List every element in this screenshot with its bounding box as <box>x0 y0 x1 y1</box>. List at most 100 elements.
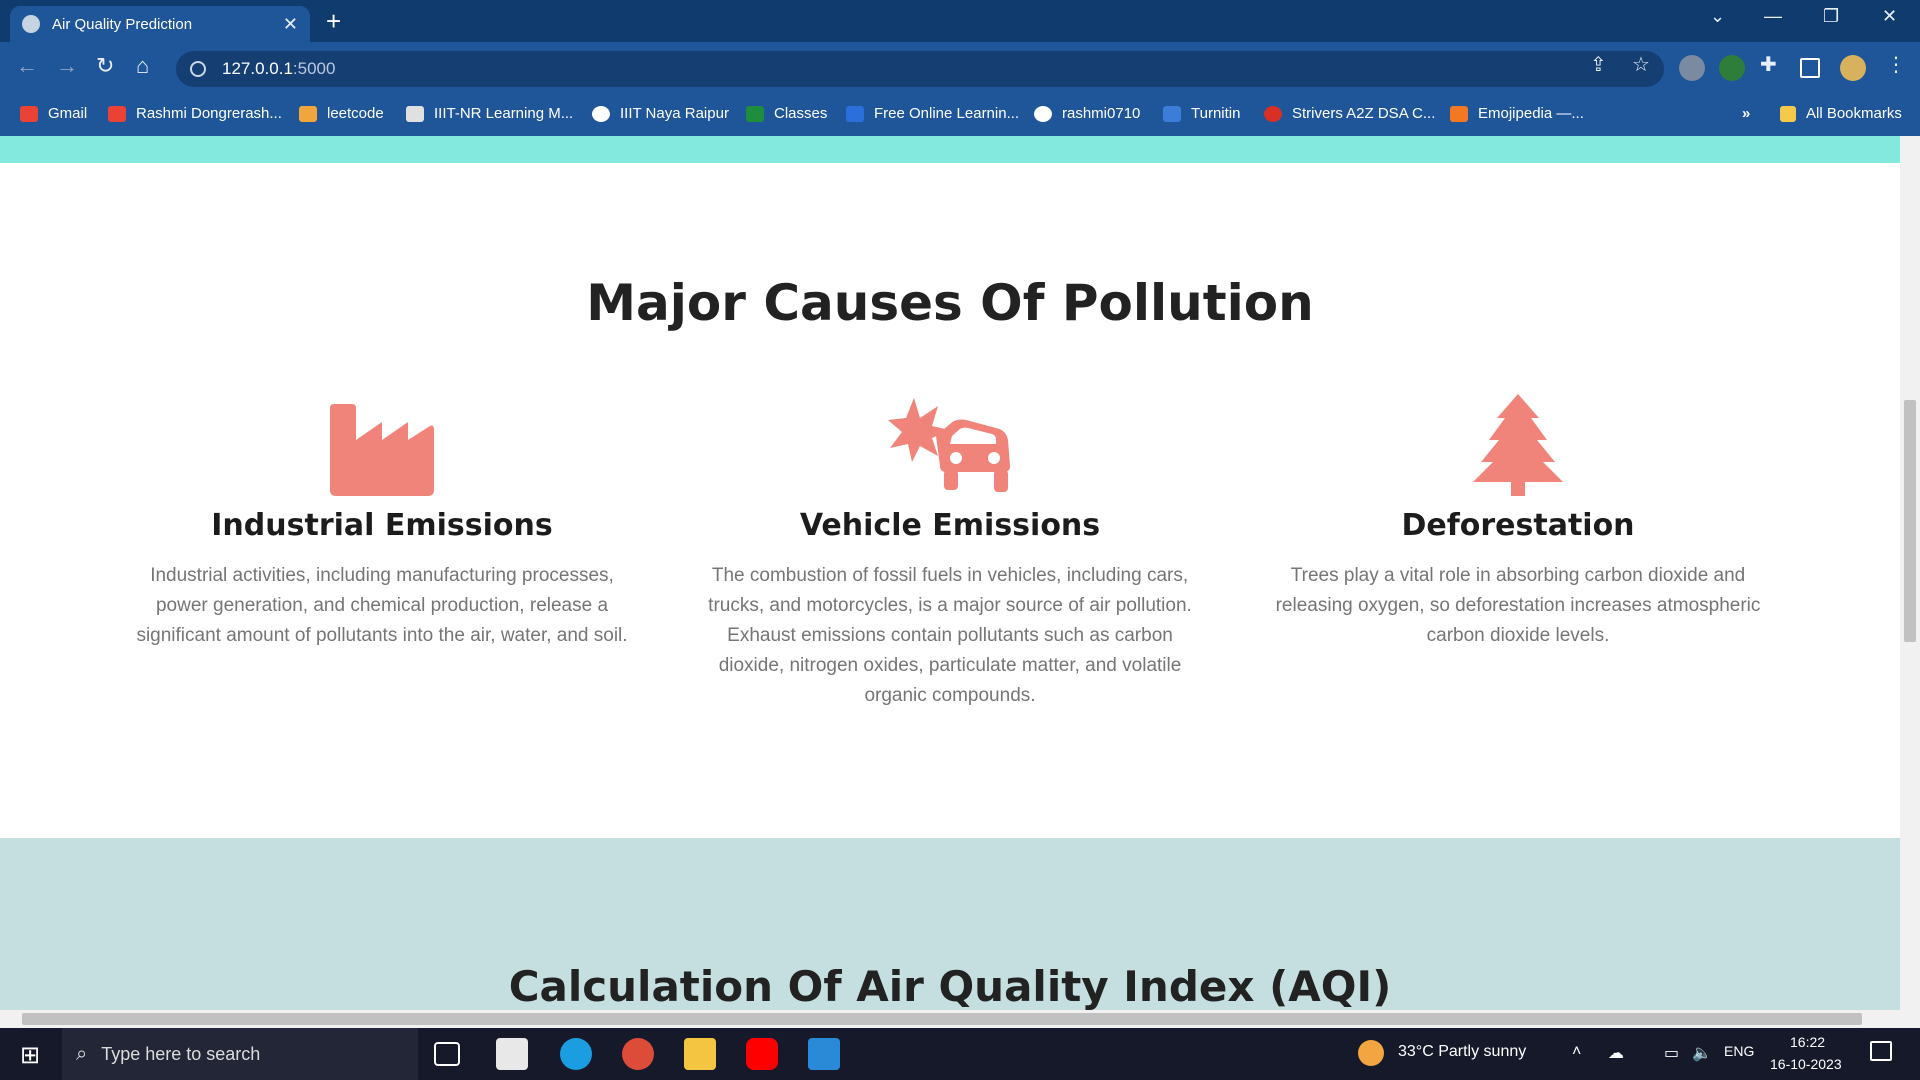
youtube-icon[interactable] <box>746 1038 778 1070</box>
bookmark-label: rashmi0710 <box>1062 105 1141 122</box>
horizontal-scrollbar[interactable] <box>0 1010 1920 1028</box>
clock-time[interactable]: 16:22 <box>1790 1034 1825 1050</box>
tree-icon <box>1473 394 1563 496</box>
maximize-button[interactable]: ❐ <box>1823 6 1839 27</box>
share-icon[interactable]: ⇪ <box>1590 52 1607 77</box>
vscode-icon[interactable] <box>808 1038 840 1070</box>
address-bar[interactable]: 127.0.0.1:5000 <box>176 51 1664 87</box>
bookmarks-overflow-button[interactable]: » <box>1742 105 1750 122</box>
network-icon[interactable]: ☁ <box>1608 1043 1624 1063</box>
bookmark-label: Free Online Learnin... <box>874 105 1020 122</box>
tree-extension-icon[interactable] <box>1719 55 1745 81</box>
windows-start-icon[interactable]: ⊞ <box>20 1041 40 1070</box>
cause-description: The combustion of fossil fuels in vehicl… <box>708 565 1192 706</box>
gmail-icon <box>108 105 126 122</box>
turnitin-icon <box>1163 105 1181 122</box>
language-indicator[interactable]: ENG <box>1724 1043 1754 1059</box>
bookmark-free-online-learning[interactable]: Free Online Learnin... <box>846 105 1019 122</box>
bookmark-gmail[interactable]: Gmail <box>20 105 87 122</box>
chrome-icon[interactable] <box>622 1038 654 1070</box>
reload-icon[interactable]: ↻ <box>96 53 114 79</box>
cause-description: Industrial activities, including manufac… <box>136 565 628 646</box>
windows-taskbar: ⊞ ⌕ Type here to search 33°C Partly sunn… <box>0 1028 1920 1080</box>
menu-kebab-icon[interactable]: ⋮ <box>1886 52 1906 77</box>
bookmark-iiitnr-learning[interactable]: IIIT-NR Learning M... <box>406 105 573 122</box>
browser-toolbar: ← → ↻ ⌂ 127.0.0.1:5000 ⇪ ☆ ✚ ⋮ <box>0 42 1920 96</box>
file-explorer-icon[interactable] <box>684 1038 716 1070</box>
vertical-scrollbar[interactable] <box>1900 136 1920 1010</box>
taskbar-search-box[interactable]: ⌕ Type here to search <box>62 1028 418 1080</box>
tray-overflow-icon[interactable]: ˄ <box>1572 1043 1581 1061</box>
site-info-icon[interactable] <box>190 61 206 77</box>
tab-close-icon[interactable]: ✕ <box>283 14 298 35</box>
close-window-button[interactable]: ✕ <box>1882 6 1897 27</box>
cause-title: Vehicle Emissions <box>799 508 1101 543</box>
tab-search-icon[interactable]: ⌄ <box>1710 6 1725 27</box>
cause-card-vehicle: Vehicle Emissions The combustion of foss… <box>690 386 1210 711</box>
aqi-section: Calculation Of Air Quality Index (AQI) <box>0 838 1900 1010</box>
all-bookmarks-label: All Bookmarks <box>1806 105 1902 122</box>
task-view-icon[interactable] <box>434 1042 460 1066</box>
globe-icon <box>592 105 610 122</box>
bookmark-classes[interactable]: Classes <box>746 105 827 122</box>
extensions-puzzle-icon[interactable]: ✚ <box>1760 52 1777 77</box>
bookmark-label: Emojipedia —... <box>1478 105 1584 122</box>
section-title: Major Causes Of Pollution <box>586 274 1314 332</box>
gmail-icon <box>20 105 38 122</box>
tuf-icon <box>1264 105 1282 122</box>
cause-title: Industrial Emissions <box>211 508 553 543</box>
coursera-icon <box>846 105 864 122</box>
home-icon[interactable]: ⌂ <box>136 53 149 79</box>
volume-icon[interactable]: 🔈 <box>1692 1043 1712 1063</box>
bookmark-rashmi0710[interactable]: rashmi0710 <box>1034 105 1140 122</box>
battery-icon[interactable]: ▭ <box>1664 1043 1679 1063</box>
weather-text[interactable]: 33°C Partly sunny <box>1398 1043 1526 1061</box>
bookmark-strivers[interactable]: Strivers A2Z DSA C... <box>1264 105 1435 122</box>
page-viewport: Major Causes Of Pollution Industrial Emi… <box>0 136 1900 1010</box>
extension-icon[interactable] <box>1679 55 1705 81</box>
minimize-button[interactable]: — <box>1764 6 1782 27</box>
bookmarks-bar: Gmail Rashmi Dongrerash... leetcode IIIT… <box>0 96 1920 136</box>
browser-tab[interactable]: Air Quality Prediction ✕ <box>10 6 310 42</box>
bookmark-emojipedia[interactable]: Emojipedia —... <box>1450 105 1584 122</box>
leetcode-icon <box>299 105 317 122</box>
bookmark-rashmi[interactable]: Rashmi Dongrerash... <box>108 105 282 122</box>
cause-description: Trees play a vital role in absorbing car… <box>1275 565 1761 646</box>
url-host: 127.0.0.1 <box>222 59 293 78</box>
folder-icon <box>1780 105 1796 122</box>
cause-card-industrial: Industrial Emissions Industrial activiti… <box>122 386 642 651</box>
github-icon <box>1034 105 1052 122</box>
microsoft-store-icon[interactable] <box>496 1038 528 1070</box>
learning-icon <box>406 105 424 122</box>
bookmark-turnitin[interactable]: Turnitin <box>1163 105 1240 122</box>
url-port: :5000 <box>292 59 336 78</box>
side-panel-icon[interactable] <box>1800 58 1820 78</box>
bookmark-label: Rashmi Dongrerash... <box>136 105 282 122</box>
browser-titlebar: Air Quality Prediction ✕ + ⌄ — ❐ ✕ <box>0 0 1920 42</box>
bookmark-iiit-naya-raipur[interactable]: IIIT Naya Raipur <box>592 105 729 122</box>
weather-icon[interactable] <box>1358 1040 1384 1066</box>
bookmark-label: IIIT Naya Raipur <box>620 105 729 122</box>
emojipedia-icon <box>1450 105 1468 122</box>
back-arrow-icon[interactable]: ← <box>16 53 38 79</box>
edge-icon[interactable] <box>560 1038 592 1070</box>
taskbar-search-placeholder: Type here to search <box>101 1043 261 1064</box>
clock-date[interactable]: 16-10-2023 <box>1770 1056 1842 1072</box>
aqi-section-title: Calculation Of Air Quality Index (AQI) <box>508 962 1392 1010</box>
bookmark-leetcode[interactable]: leetcode <box>299 105 384 122</box>
horizontal-scroll-thumb[interactable] <box>22 1013 1862 1025</box>
globe-icon <box>22 15 40 33</box>
search-icon: ⌕ <box>76 1042 88 1065</box>
all-bookmarks-button[interactable]: All Bookmarks <box>1780 105 1902 122</box>
profile-avatar[interactable] <box>1840 55 1866 81</box>
car-burst-icon <box>888 398 1010 492</box>
notifications-icon[interactable] <box>1870 1041 1892 1061</box>
bookmark-star-icon[interactable]: ☆ <box>1632 52 1650 77</box>
bookmark-label: Turnitin <box>1191 105 1241 122</box>
forward-arrow-icon[interactable]: → <box>56 53 78 79</box>
vertical-scroll-thumb[interactable] <box>1904 400 1916 642</box>
bookmark-label: leetcode <box>327 105 384 122</box>
bookmark-label: IIIT-NR Learning M... <box>434 105 574 122</box>
new-tab-button[interactable]: + <box>326 6 341 37</box>
bookmark-label: Gmail <box>48 105 88 122</box>
